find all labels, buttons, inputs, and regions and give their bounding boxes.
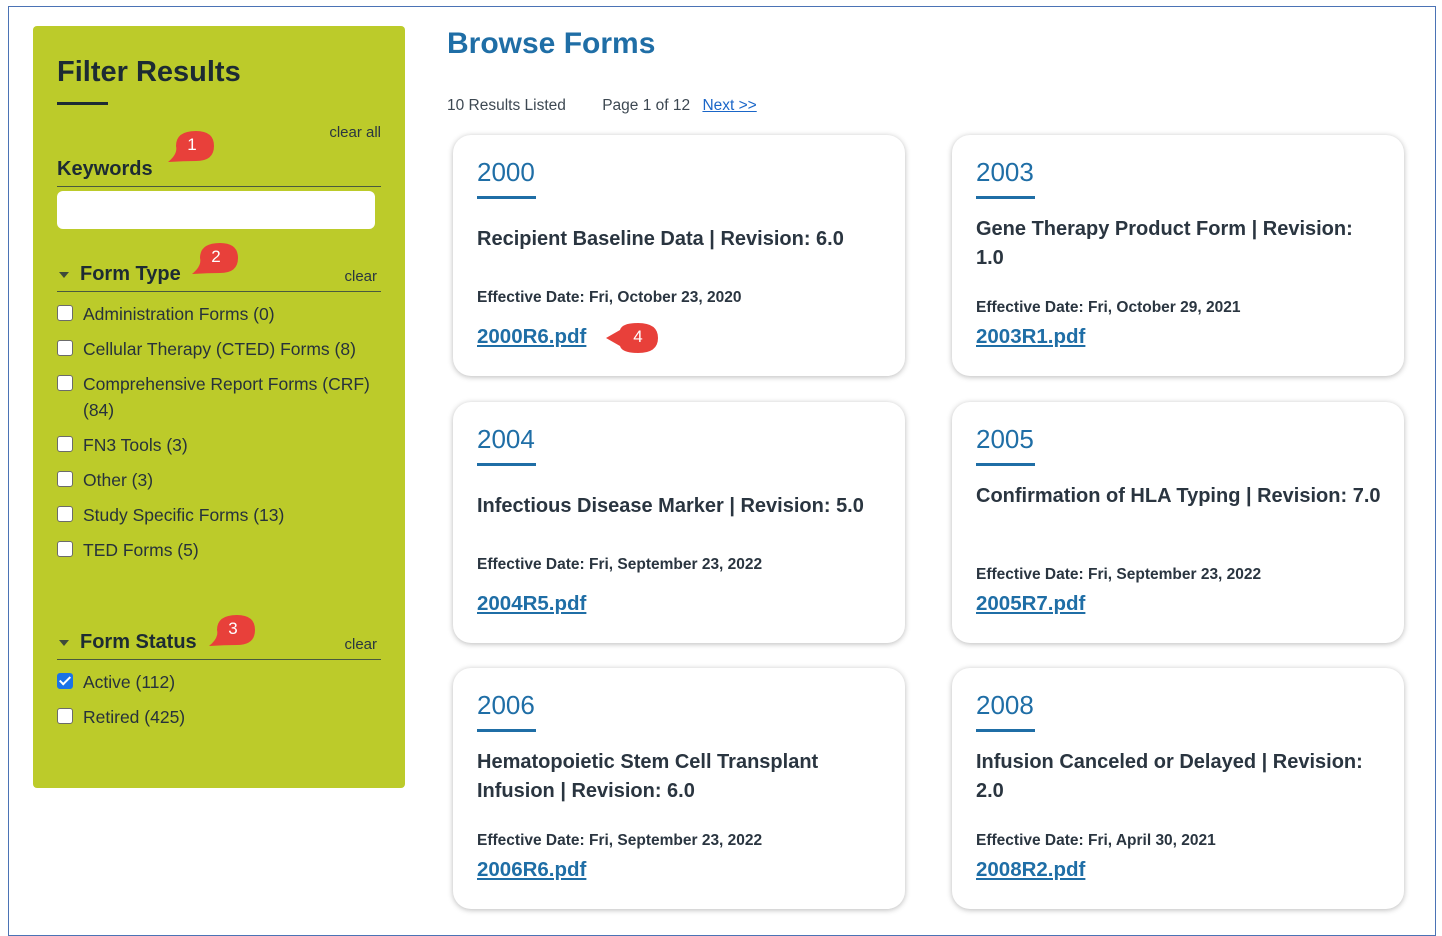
checkbox[interactable]	[57, 541, 73, 557]
form-type-clear-link[interactable]: clear	[344, 268, 377, 285]
callout-badge-4: 4	[604, 318, 658, 358]
form-card: 2006 Hematopoietic Stem Cell Transplant I…	[453, 668, 905, 909]
form-number-underline	[477, 463, 536, 466]
form-number-underline	[976, 463, 1035, 466]
form-card: 2008 Infusion Canceled or Delayed | Revis…	[952, 668, 1404, 909]
filter-option[interactable]: FN3 Tools (3)	[57, 432, 387, 458]
checkbox[interactable]	[57, 708, 73, 724]
checkbox[interactable]	[57, 305, 73, 321]
form-number-link[interactable]: 2008	[976, 690, 1034, 721]
page-title: Browse Forms	[447, 27, 656, 60]
page-info: Page 1 of 12	[602, 97, 691, 114]
callout-number: 2	[211, 247, 221, 266]
form-description: Hematopoietic Stem Cell Transplant Infus…	[477, 751, 819, 802]
results-bar: 10 Results Listed Page 1 of 12 Next >>	[447, 97, 757, 115]
pdf-download-link[interactable]: 2004R5.pdf	[477, 592, 586, 616]
checkbox[interactable]	[57, 340, 73, 356]
form-type-label: Form Type	[80, 263, 181, 285]
checkbox[interactable]	[57, 506, 73, 522]
form-description: Infectious Disease Marker | Revision: 5.…	[477, 495, 864, 517]
form-number-link[interactable]: 2004	[477, 424, 535, 455]
form-number-link[interactable]: 2003	[976, 157, 1034, 188]
filter-title-underline	[57, 102, 108, 105]
effective-date: Effective Date: Fri, October 23, 2020	[477, 289, 742, 306]
keywords-input[interactable]	[57, 191, 375, 229]
callout-badge-1: 1	[166, 126, 218, 166]
filter-option-label: Retired (425)	[83, 707, 186, 727]
checkbox[interactable]	[57, 436, 73, 452]
checkbox-checked[interactable]	[57, 673, 73, 689]
form-number-underline	[477, 196, 536, 199]
form-status-clear-link[interactable]: clear	[344, 636, 377, 653]
callout-number: 4	[633, 327, 643, 346]
keywords-header: Keywords	[57, 156, 381, 187]
effective-date: Effective Date: Fri, September 23, 2022	[976, 566, 1262, 583]
filter-option[interactable]: Retired (425)	[57, 704, 387, 730]
form-number-underline	[976, 196, 1035, 199]
results-count: 10 Results Listed	[447, 97, 566, 114]
form-description: Confirmation of HLA Typing | Revision: 7…	[976, 485, 1381, 507]
callout-badge-2: 2	[190, 238, 242, 278]
form-number-link[interactable]: 2006	[477, 690, 535, 721]
next-page-link[interactable]: Next >>	[702, 97, 756, 114]
callout-badge-3: 3	[207, 610, 259, 650]
effective-date: Effective Date: Fri, September 23, 2022	[477, 832, 763, 849]
filter-option[interactable]: Comprehensive Report Forms (CRF) (84)	[57, 371, 387, 423]
form-card: 2004 Infectious Disease Marker | Revision…	[453, 402, 905, 643]
form-status-options: Active (112) Retired (425)	[57, 669, 387, 739]
form-card: 2003 Gene Therapy Product Form | Revision…	[952, 135, 1404, 376]
form-number-link[interactable]: 2000	[477, 157, 535, 188]
form-description: Gene Therapy Product Form | Revision: 1.…	[976, 218, 1353, 269]
filter-option[interactable]: Active (112)	[57, 669, 387, 695]
form-number-link[interactable]: 2005	[976, 424, 1034, 455]
filter-option-label: Active (112)	[83, 672, 176, 692]
form-card: 2000 Recipient Baseline Data | Revision: …	[453, 135, 905, 376]
pdf-download-link[interactable]: 2008R2.pdf	[976, 858, 1085, 882]
clear-all-link[interactable]: clear all	[329, 124, 381, 141]
checkbox[interactable]	[57, 471, 73, 487]
effective-date: Effective Date: Fri, September 23, 2022	[477, 556, 763, 573]
effective-date: Effective Date: Fri, April 30, 2021	[976, 832, 1216, 849]
filter-title: Filter Results	[57, 56, 241, 88]
filter-option-label: Cellular Therapy (CTED) Forms (8)	[83, 339, 356, 359]
filter-option-label: TED Forms (5)	[83, 540, 199, 560]
filter-option-label: Comprehensive Report Forms (CRF) (84)	[83, 374, 370, 420]
pdf-download-link[interactable]: 2006R6.pdf	[477, 858, 586, 882]
form-status-label: Form Status	[80, 631, 197, 653]
filter-option-label: FN3 Tools (3)	[83, 435, 188, 455]
filter-option-label: Study Specific Forms (13)	[83, 505, 285, 525]
callout-number: 3	[228, 619, 238, 638]
filter-option[interactable]: Other (3)	[57, 467, 387, 493]
filter-option-label: Other (3)	[83, 470, 154, 490]
callout-number: 1	[187, 135, 197, 154]
pdf-download-link[interactable]: 2003R1.pdf	[976, 325, 1085, 349]
filter-sidebar: Filter Results clear all Keywords Form T…	[33, 26, 405, 788]
form-number-underline	[477, 729, 536, 732]
filter-option[interactable]: Study Specific Forms (13)	[57, 502, 387, 528]
filter-option[interactable]: Administration Forms (0)	[57, 301, 387, 327]
form-type-options: Administration Forms (0) Cellular Therapy…	[57, 301, 387, 572]
collapse-caret-icon[interactable]	[59, 640, 69, 646]
keywords-label: Keywords	[57, 158, 153, 180]
effective-date: Effective Date: Fri, October 29, 2021	[976, 299, 1241, 316]
checkbox[interactable]	[57, 375, 73, 391]
form-number-underline	[976, 729, 1035, 732]
filter-option-label: Administration Forms (0)	[83, 304, 275, 324]
pdf-download-link[interactable]: 2000R6.pdf	[477, 325, 586, 349]
filter-option[interactable]: TED Forms (5)	[57, 537, 387, 563]
pdf-download-link[interactable]: 2005R7.pdf	[976, 592, 1085, 616]
form-card: 2005 Confirmation of HLA Typing | Revisio…	[952, 402, 1404, 643]
form-description: Infusion Canceled or Delayed | Revision:…	[976, 751, 1363, 802]
filter-option[interactable]: Cellular Therapy (CTED) Forms (8)	[57, 336, 387, 362]
form-description: Recipient Baseline Data | Revision: 6.0	[477, 228, 844, 250]
collapse-caret-icon[interactable]	[59, 272, 69, 278]
